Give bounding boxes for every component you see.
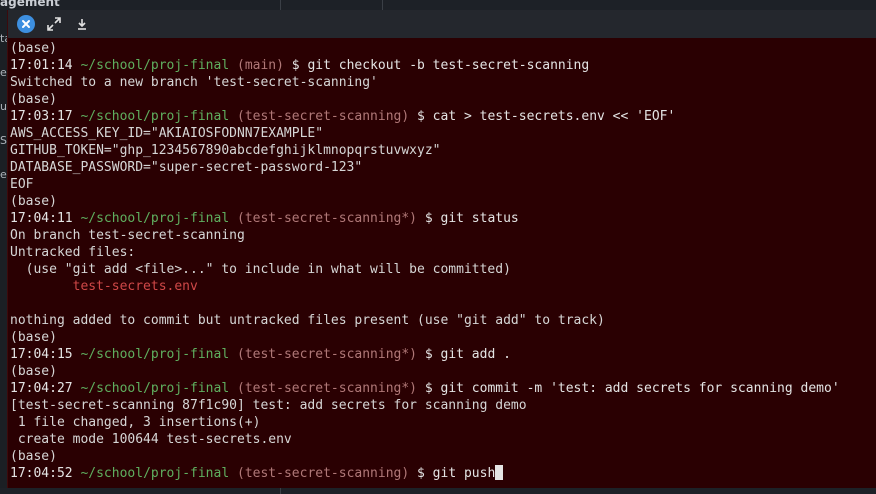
prompt-path: ~/school/proj-final (80, 211, 230, 226)
output-text: nothing added to commit but untracked fi… (10, 313, 605, 328)
prompt-branch: (test-secret-scanning) (237, 466, 410, 481)
prompt-command: $ git push (417, 466, 496, 481)
output-line: Switched to a new branch 'test-secret-sc… (10, 74, 872, 91)
output-line: On branch test-secret-scanning (10, 227, 872, 244)
prompt-time: 17:04:11 (10, 211, 73, 226)
output-line: Untracked files: (10, 244, 872, 261)
prompt-line: 17:01:14 ~/school/proj-final (main) $ gi… (10, 57, 872, 74)
output-line: (use "git add <file>..." to include in w… (10, 261, 872, 278)
prompt-branch: (test-secret-scanning*) (237, 211, 418, 226)
output-text: (base) (10, 41, 57, 56)
prompt-line: 17:03:17 ~/school/proj-final (test-secre… (10, 108, 872, 125)
background-divider (280, 488, 281, 494)
output-line: [test-secret-scanning 87f1c90] test: add… (10, 397, 872, 414)
prompt-branch: (test-secret-scanning) (237, 109, 410, 124)
prompt-path: ~/school/proj-final (80, 58, 230, 73)
expand-arrows-icon (47, 17, 61, 31)
prompt-line: 17:04:15 ~/school/proj-final (test-secre… (10, 346, 872, 363)
output-text: (base) (10, 92, 57, 107)
background-window-strip (0, 0, 876, 10)
background-divider (382, 0, 383, 10)
prompt-command: $ git add . (424, 347, 511, 362)
output-line: DATABASE_PASSWORD="super-secret-password… (10, 159, 872, 176)
prompt-branch: (test-secret-scanning*) (237, 381, 418, 396)
output-line: 1 file changed, 3 insertions(+) (10, 414, 872, 431)
output-line: GITHUB_TOKEN="ghp_1234567890abcdefghijkl… (10, 142, 872, 159)
prompt-path: ~/school/proj-final (80, 347, 230, 362)
output-line: (base) (10, 193, 872, 210)
download-button[interactable] (72, 14, 92, 34)
output-line: (base) (10, 91, 872, 108)
maximize-button[interactable] (44, 14, 64, 34)
output-text: EOF (10, 177, 34, 192)
output-line: create mode 100644 test-secrets.env (10, 431, 872, 448)
output-text: (use "git add <file>..." to include in w… (10, 262, 511, 277)
output-line: EOF (10, 176, 872, 193)
output-text: DATABASE_PASSWORD="super-secret-password… (10, 160, 363, 175)
prompt-path: ~/school/proj-final (80, 381, 230, 396)
terminal-titlebar[interactable] (8, 10, 876, 38)
output-line: nothing added to commit but untracked fi… (10, 312, 872, 329)
output-text: (base) (10, 194, 57, 209)
prompt-time: 17:04:27 (10, 381, 73, 396)
output-line: (base) (10, 448, 872, 465)
background-divider (280, 0, 281, 10)
prompt-branch: (test-secret-scanning*) (237, 347, 418, 362)
untracked-file-line: test-secrets.env (10, 278, 872, 295)
output-line: (base) (10, 40, 872, 57)
output-text: [test-secret-scanning 87f1c90] test: add… (10, 398, 527, 413)
prompt-time: 17:01:14 (10, 58, 73, 73)
prompt-time: 17:03:17 (10, 109, 73, 124)
terminal-output[interactable]: (base) 17:01:14 ~/school/proj-final (main… (10, 40, 872, 486)
prompt-line: 17:04:27 ~/school/proj-final (test-secre… (10, 380, 872, 397)
output-text: (base) (10, 364, 57, 379)
output-text: On branch test-secret-scanning (10, 228, 245, 243)
prompt-command: $ cat > test-secrets.env << 'EOF' (417, 109, 676, 124)
output-text: GITHUB_TOKEN="ghp_1234567890abcdefghijkl… (10, 143, 441, 158)
background-bottom-strip (0, 488, 876, 494)
prompt-path: ~/school/proj-final (80, 466, 230, 481)
prompt-path: ~/school/proj-final (80, 109, 230, 124)
prompt-line: 17:04:11 ~/school/proj-final (test-secre… (10, 210, 872, 227)
output-text: create mode 100644 test-secrets.env (10, 432, 292, 447)
output-line: (base) (10, 363, 872, 380)
prompt-command: $ git checkout -b test-secret-scanning (291, 58, 590, 73)
prompt-command: $ git status (424, 211, 519, 226)
close-button[interactable] (16, 14, 36, 34)
output-line: (base) (10, 329, 872, 346)
prompt-branch: (main) (237, 58, 284, 73)
prompt-time: 17:04:15 (10, 347, 73, 362)
output-text: 1 file changed, 3 insertions(+) (10, 415, 261, 430)
prompt-line: 17:04:52 ~/school/proj-final (test-secre… (10, 465, 872, 482)
terminal-cursor (495, 465, 504, 480)
download-icon (78, 19, 86, 30)
output-text: (base) (10, 449, 57, 464)
output-text: AWS_ACCESS_KEY_ID="AKIAIOSFODNN7EXAMPLE" (10, 126, 324, 141)
output-text: Untracked files: (10, 245, 136, 260)
close-icon (17, 15, 35, 33)
untracked-file: test-secrets.env (10, 279, 198, 294)
prompt-command: $ git commit -m 'test: add secrets for s… (424, 381, 840, 396)
prompt-time: 17:04:52 (10, 466, 73, 481)
output-text: Switched to a new branch 'test-secret-sc… (10, 75, 378, 90)
terminal-window[interactable]: (base) 17:01:14 ~/school/proj-final (main… (7, 10, 876, 488)
background-window-title: agement (0, 0, 60, 9)
output-text: (base) (10, 330, 57, 345)
output-line: AWS_ACCESS_KEY_ID="AKIAIOSFODNN7EXAMPLE" (10, 125, 872, 142)
